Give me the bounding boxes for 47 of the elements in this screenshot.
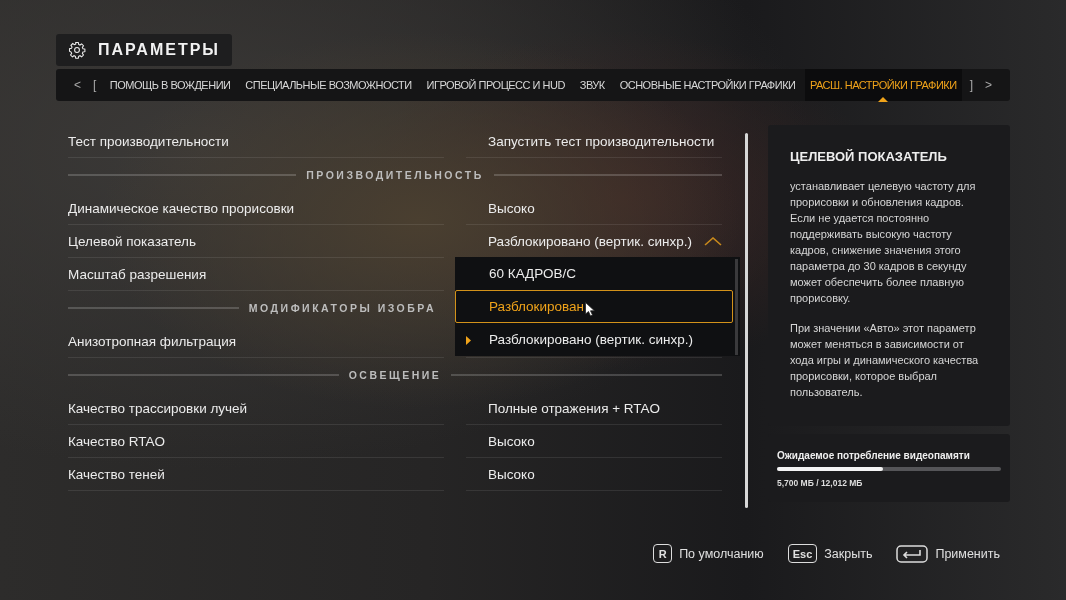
- setting-value[interactable]: Высоко: [488, 466, 535, 482]
- info-title: ЦЕЛЕВОЙ ПОКАЗАТЕЛЬ: [789, 149, 948, 164]
- setting-label: Качество трассировки лучей: [68, 400, 248, 416]
- section-heading: ОСВЕЩЕНИЕ: [348, 369, 442, 381]
- setting-value[interactable]: Разблокировано (вертик. синхр.): [488, 233, 692, 249]
- setting-label: Анизотропная фильтрация: [68, 333, 237, 349]
- setting-label: Динамическое качество прорисовки: [68, 200, 295, 216]
- section-heading: МОДИФИКАТОРЫ ИЗОБРА: [248, 302, 436, 314]
- tab[interactable]: РАСШ. НАСТРОЙКИ ГРАФИКИ: [804, 69, 962, 101]
- setting-value[interactable]: Высоко: [488, 433, 535, 449]
- tab[interactable]: ЗВУК: [574, 69, 611, 101]
- dropdown-option[interactable]: Разблокирован: [455, 290, 733, 323]
- memory-reading: 5,700 МБ / 12,012 МБ: [776, 478, 864, 488]
- setting-label: Качество теней: [68, 466, 165, 482]
- setting-label: Масштаб разрешения: [68, 266, 207, 282]
- section-heading: ПРОИЗВОДИТЕЛЬНОСТЬ: [306, 169, 484, 181]
- cursor-icon: [585, 302, 597, 317]
- setting-label: Целевой показатель: [68, 233, 197, 249]
- info-text: При значении «Авто» этот параметр может меняться в зависимости от хода игры и динамического качества прорисовки, которое выбрал пользователь.: [789, 321, 980, 400]
- setting-label: Тест производительности: [68, 133, 229, 149]
- tab[interactable]: ОСНОВНЫЕ НАСТРОЙКИ ГРАФИКИ: [614, 69, 801, 101]
- hint-label[interactable]: Закрыть: [824, 546, 873, 561]
- tab[interactable]: ПОМОЩЬ В ВОЖДЕНИИ: [104, 69, 236, 101]
- setting-value[interactable]: Высоко: [488, 200, 535, 216]
- scrollbar[interactable]: [745, 133, 748, 508]
- bracket: ]: [968, 78, 974, 92]
- page-title: ПАРАМЕТРЫ: [98, 41, 220, 59]
- enter-key-icon[interactable]: [896, 544, 929, 563]
- memory-label: Ожидаемое потребление видеопамяти: [776, 450, 971, 461]
- settings-icon: [68, 39, 86, 61]
- setting-value[interactable]: Полные отражения + RTAO: [488, 400, 661, 416]
- tab[interactable]: СПЕЦИАЛЬНЫЕ ВОЗМОЖНОСТИ: [239, 69, 418, 101]
- key-hint[interactable]: Esc: [787, 544, 818, 563]
- active-tab-indicator: [878, 97, 889, 102]
- setting-value[interactable]: Запустить тест производительности: [488, 133, 715, 149]
- prev-tab-arrow[interactable]: <: [70, 78, 85, 92]
- next-tab-arrow[interactable]: >: [980, 78, 996, 92]
- dropdown-option[interactable]: Разблокировано (вертик. синхр.): [455, 323, 733, 356]
- hint-label[interactable]: Применить: [935, 546, 1000, 561]
- info-text: устанавливает целевую частоту для прорисовки и обновления кадров. Если не удается постоянно поддерживать высокую частоту кадров, снижение значения этого параметра до 30 кадров в секунду может обеспечить более плавную прорисовку.: [789, 179, 977, 306]
- tab[interactable]: ИГРОВОЙ ПРОЦЕСС И HUD: [421, 69, 571, 101]
- hint-label[interactable]: По умолчанию: [679, 546, 764, 561]
- setting-label: Качество RTAO: [68, 433, 166, 449]
- chevron-up-icon[interactable]: [704, 237, 722, 246]
- bracket: [: [92, 78, 98, 92]
- dropdown-option[interactable]: 60 КАДРОВ/С: [455, 257, 733, 290]
- key-hint[interactable]: R: [653, 544, 673, 563]
